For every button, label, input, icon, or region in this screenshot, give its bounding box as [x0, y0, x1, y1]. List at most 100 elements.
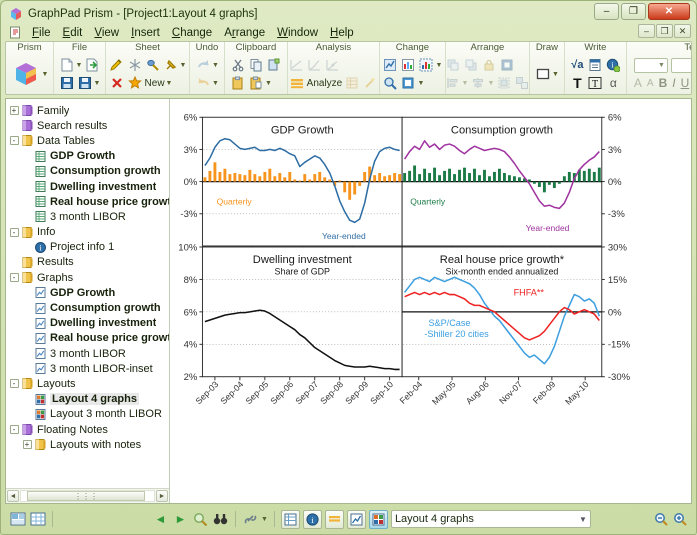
tree-item-3-month-libor[interactable]: 3 month LIBOR [8, 209, 169, 224]
new-sheet-star-icon[interactable] [127, 75, 143, 91]
collapse-icon[interactable]: - [8, 136, 20, 145]
collapse-icon[interactable]: - [8, 425, 20, 434]
tree-item-floating-notes[interactable]: -Floating Notes [8, 422, 169, 437]
tree-item-3-month-libor[interactable]: 3 month LIBOR [8, 346, 169, 361]
redo-icon[interactable] [195, 57, 211, 73]
magnify-change-icon[interactable] [382, 75, 398, 91]
chevron-down-icon[interactable]: ▼ [212, 62, 219, 69]
chart-gdp-growth[interactable]: 6%3%0%-3%GDP GrowthQuarterlyYear-ended [180, 113, 402, 249]
chevron-down-icon[interactable]: ▼ [435, 62, 442, 69]
maximize-button[interactable]: ❐ [621, 3, 646, 20]
chevron-down-icon[interactable]: ▼ [261, 516, 268, 523]
scroll-right-arrow-icon[interactable]: ► [156, 490, 168, 502]
align-left-icon[interactable] [445, 75, 461, 91]
increase-font-icon[interactable]: A [634, 76, 642, 90]
layouts-tab[interactable] [369, 510, 388, 529]
paste-icon[interactable] [230, 75, 246, 91]
cut-icon[interactable] [230, 57, 246, 73]
navigate-forward-button[interactable]: ► [172, 511, 189, 528]
tree-item-family[interactable]: +Family [8, 103, 169, 118]
toggle-box[interactable]: + [23, 440, 32, 449]
tree-item-graphs[interactable]: -Graphs [8, 270, 169, 285]
scrollbar-thumb[interactable]: ⋮⋮⋮ [27, 491, 145, 501]
info-tab[interactable]: i [303, 510, 322, 529]
layout-sheet[interactable]: 6%3%0%-3%GDP GrowthQuarterlyYear-ended6%… [170, 99, 691, 503]
menu-file[interactable]: File [26, 26, 57, 40]
save-as-icon[interactable] [77, 75, 93, 91]
delete-sheet-icon[interactable] [109, 75, 125, 91]
scroll-left-arrow-icon[interactable]: ◄ [7, 490, 19, 502]
menu-arrange[interactable]: Arrange [218, 26, 271, 40]
group-icon[interactable] [496, 75, 512, 91]
tree-item-3-month-libor-inset[interactable]: 3 month LIBOR-inset [8, 361, 169, 376]
tree-item-layout-4-graphs[interactable]: Layout 4 graphs [8, 392, 169, 407]
menu-edit[interactable]: Edit [57, 26, 89, 40]
mdi-close-button[interactable]: ✕ [674, 24, 691, 38]
expand-icon[interactable]: + [21, 440, 33, 449]
chevron-down-icon[interactable]: ▼ [166, 80, 173, 87]
tree-item-consumption-growth[interactable]: Consumption growth [8, 300, 169, 315]
copy-icon[interactable] [248, 57, 264, 73]
chevron-down-icon[interactable]: ▼ [212, 80, 219, 87]
tree-item-layout-3-month-libor[interactable]: Layout 3 month LIBOR [8, 407, 169, 422]
new-sheet-label[interactable]: New [145, 78, 165, 89]
chevron-down-icon[interactable]: ▼ [42, 71, 49, 78]
tree-item-project-info-1[interactable]: iProject info 1 [8, 240, 169, 255]
rectangle-shape-icon[interactable] [535, 66, 551, 82]
chevron-down-icon[interactable]: ▼ [180, 62, 187, 69]
mdi-restore-button[interactable]: ❐ [656, 24, 673, 38]
tree-item-info[interactable]: -Info [8, 225, 169, 240]
freeze-icon[interactable] [127, 57, 143, 73]
project-tree[interactable]: +FamilySearch results-Data TablesGDP Gro… [6, 99, 169, 488]
ungroup-icon[interactable] [514, 75, 530, 91]
close-button[interactable]: ✕ [648, 3, 690, 20]
send-backward-icon[interactable] [463, 57, 479, 73]
tree-item-real-house-price-growth[interactable]: Real house price growth [8, 194, 169, 209]
equation-icon[interactable]: √a [569, 57, 585, 73]
collapse-icon[interactable]: - [8, 273, 20, 282]
italic-button[interactable]: I [672, 76, 675, 90]
edit-pencil-icon[interactable] [109, 57, 125, 73]
font-size-combo[interactable]: ▼ [634, 58, 668, 73]
undo-icon[interactable] [195, 75, 211, 91]
tree-item-real-house-price-growth[interactable]: Real house price growth [8, 331, 169, 346]
toggle-box[interactable]: - [10, 228, 19, 237]
toggle-box[interactable]: - [10, 379, 19, 388]
prism-cube-icon[interactable] [11, 59, 41, 89]
results-tab[interactable] [325, 510, 344, 529]
lock-icon[interactable] [481, 57, 497, 73]
new-file-icon[interactable] [59, 57, 75, 73]
expand-icon[interactable]: + [8, 106, 20, 115]
chevron-down-icon[interactable]: ▼ [552, 71, 559, 78]
tree-item-data-tables[interactable]: -Data Tables [8, 133, 169, 148]
bold-button[interactable]: B [659, 76, 668, 90]
chevron-down-icon[interactable]: ▼ [462, 80, 469, 87]
bring-forward-icon[interactable] [445, 57, 461, 73]
analysis-wand-icon[interactable] [362, 75, 378, 91]
underline-button[interactable]: U [681, 76, 690, 90]
link-icon[interactable] [242, 511, 259, 528]
zoom-out-icon[interactable] [653, 511, 669, 527]
frame-icon[interactable] [499, 57, 515, 73]
chevron-down-icon[interactable]: ▼ [417, 80, 424, 87]
menu-window[interactable]: Window [271, 26, 324, 40]
menu-view[interactable]: View [88, 26, 125, 40]
analyze-icon[interactable] [289, 75, 305, 91]
open-file-icon[interactable] [84, 57, 100, 73]
change-graph-type-icon[interactable] [382, 57, 398, 73]
scrollbar-track[interactable]: ⋮⋮⋮ [20, 490, 155, 502]
toggle-box[interactable]: - [10, 136, 19, 145]
word-export-icon[interactable] [587, 57, 603, 73]
chart-consumption-growth[interactable]: 6%3%0%-3%Consumption growthQuarterlyYear… [402, 113, 625, 249]
pin-icon[interactable] [163, 57, 179, 73]
toggle-box[interactable]: - [10, 425, 19, 434]
change-format-icon[interactable] [400, 75, 416, 91]
tree-item-search-results[interactable]: Search results [8, 118, 169, 133]
change-colors-icon[interactable] [400, 57, 416, 73]
chevron-down-icon[interactable]: ▼ [265, 80, 272, 87]
data-table-tab[interactable] [281, 510, 300, 529]
find-icon[interactable] [212, 511, 229, 528]
text-box-icon[interactable]: T [587, 75, 603, 91]
search-icon[interactable] [192, 511, 209, 528]
chevron-down-icon[interactable]: ▼ [76, 62, 83, 69]
